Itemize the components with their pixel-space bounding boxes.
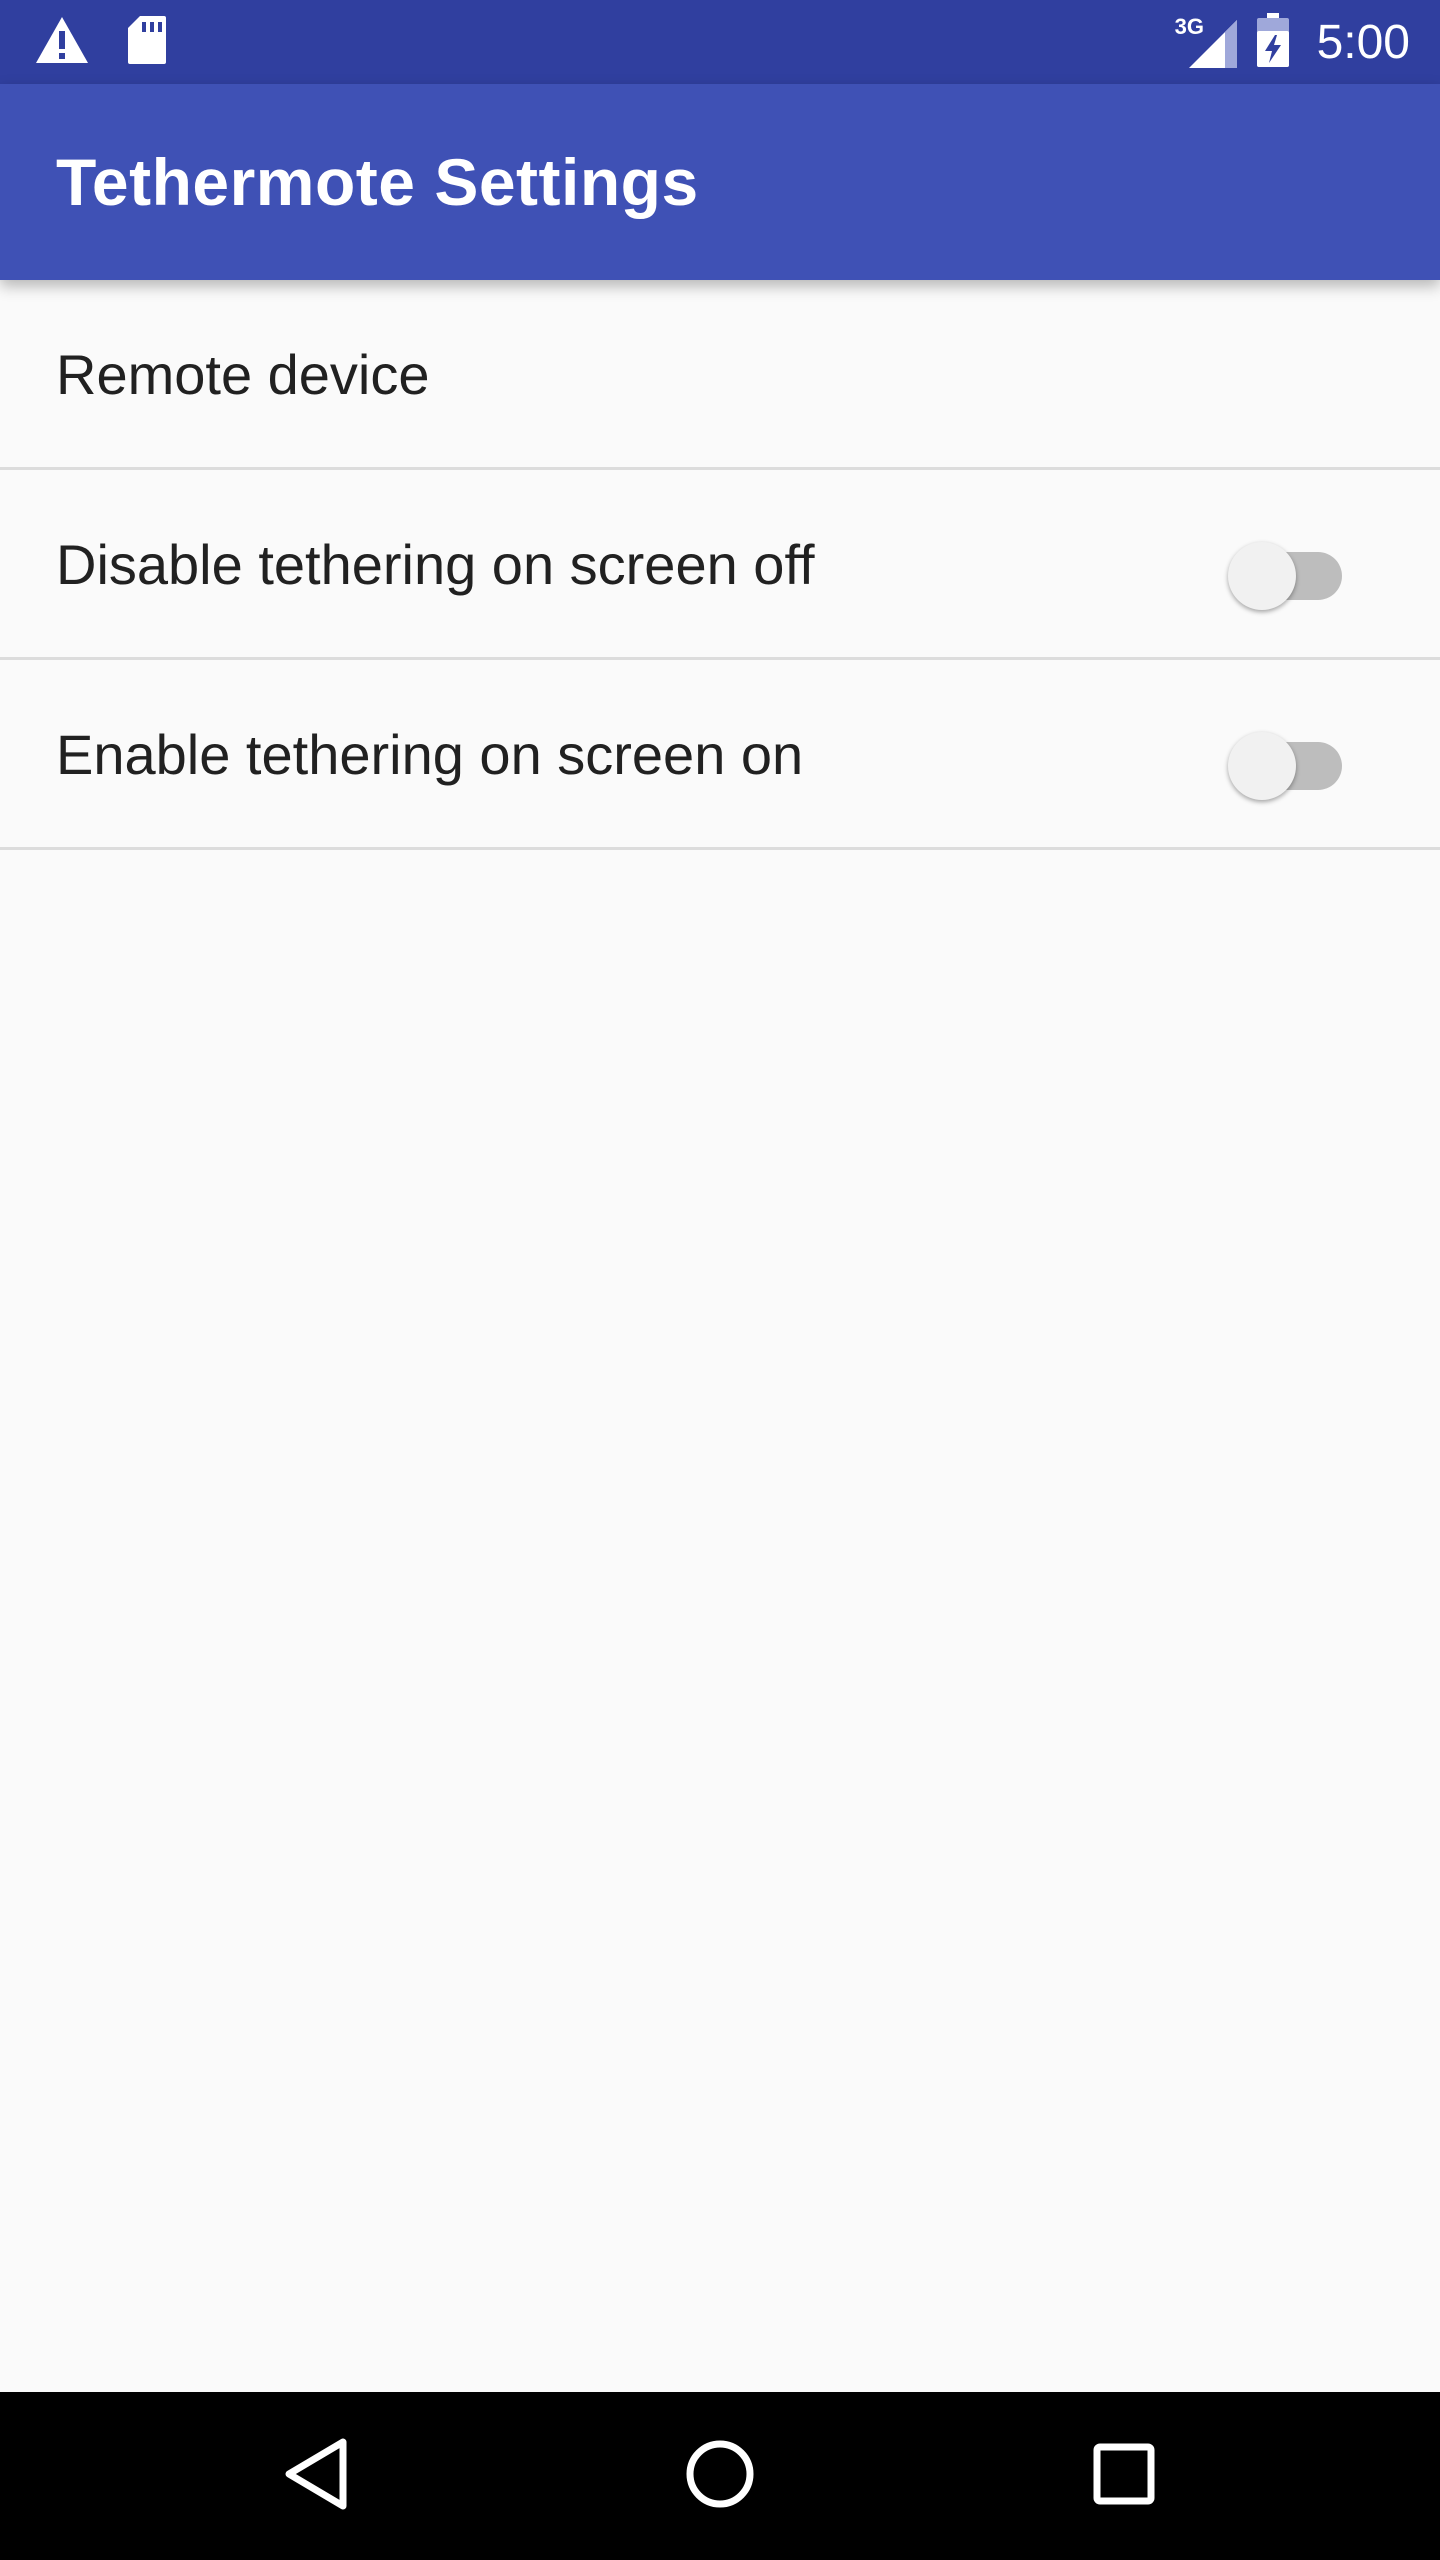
home-icon xyxy=(684,2438,756,2515)
pref-remote-device[interactable]: Remote device xyxy=(0,280,1440,470)
switch-thumb xyxy=(1228,732,1296,800)
pref-title: Disable tethering on screen off xyxy=(56,533,815,596)
disable-tethering-switch[interactable] xyxy=(1228,530,1348,610)
status-time: 5:00 xyxy=(1316,15,1410,69)
recents-button[interactable] xyxy=(1076,2428,1172,2524)
settings-screen: 3G 5:00 Tethermote Settings Remote devic… xyxy=(0,0,1440,2560)
page-title: Tethermote Settings xyxy=(56,145,699,219)
recents-icon xyxy=(1092,2442,1156,2511)
pref-title: Remote device xyxy=(56,343,430,406)
home-button[interactable] xyxy=(672,2428,768,2524)
pref-disable-tethering-screen-off[interactable]: Disable tethering on screen off xyxy=(0,470,1440,660)
back-icon xyxy=(281,2436,351,2517)
warning-icon xyxy=(34,15,90,70)
navigation-bar xyxy=(0,2392,1440,2560)
status-bar: 3G 5:00 xyxy=(0,0,1440,84)
battery-charging-icon xyxy=(1255,11,1291,74)
settings-list: Remote device Disable tethering on scree… xyxy=(0,280,1440,850)
sd-card-icon xyxy=(126,14,168,71)
enable-tethering-switch[interactable] xyxy=(1228,720,1348,800)
pref-enable-tethering-screen-on[interactable]: Enable tethering on screen on xyxy=(0,660,1440,850)
app-bar: Tethermote Settings xyxy=(0,84,1440,280)
back-button[interactable] xyxy=(268,2428,364,2524)
switch-thumb xyxy=(1228,542,1296,610)
signal-3g-icon: 3G xyxy=(1175,14,1239,70)
pref-title: Enable tethering on screen on xyxy=(56,723,804,786)
